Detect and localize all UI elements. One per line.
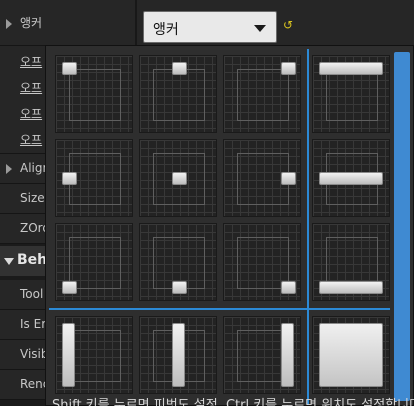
reset-to-default-icon[interactable]: ↺ [283,18,293,32]
anchor-preset-bottom-right[interactable] [223,223,301,301]
anchor-handle-icon [62,172,77,185]
anchor-handle-icon [319,172,383,185]
anchor-frame [237,69,289,121]
size-label: Size [20,191,45,205]
expand-arrow-icon[interactable] [6,164,12,174]
anchor-handle-icon [281,323,294,387]
anchor-handle-icon [62,62,77,75]
anchor-dropdown[interactable]: 앵커 [143,11,277,43]
anchor-label: 앵커 [20,16,43,30]
anchor-dropdown-value: 앵커 [153,22,179,38]
anchor-popup-hint: Shift 키를 누르면 피벗도 설정, Ctrl 키를 누르면 위치도 설정합… [52,398,414,406]
anchor-row: 앵커 앵커 ↺ [0,0,414,46]
anchor-preset-popup [45,45,414,406]
anchor-preset-center-center[interactable] [139,139,217,217]
anchor-handle-icon [281,172,296,185]
popup-scrollbar[interactable] [394,52,410,401]
anchor-preset-top-stretch[interactable] [312,55,390,133]
tooltip-label: Tool [20,287,44,301]
anchor-handle-icon [172,323,185,387]
anchor-handle-icon [281,62,296,75]
anchor-handle-icon [319,281,383,294]
anchor-handle-icon [172,172,187,185]
anchor-preset-stretch-center[interactable] [139,316,217,394]
anchor-handle-icon [62,281,77,294]
is-enabled-label: Is Er [20,317,47,331]
anchor-preset-stretch-left[interactable] [55,316,133,394]
anchor-preset-center-left[interactable] [55,139,133,217]
anchor-preset-bottom-center[interactable] [139,223,217,301]
offset-right-label[interactable]: 오프 [20,105,42,122]
collapse-triangle-icon [4,258,14,265]
offset-left-label[interactable]: 오프 [20,53,42,70]
column-divider[interactable] [135,0,137,46]
anchor-handle-icon [319,62,383,75]
anchor-handle-icon [319,323,383,387]
anchor-frame [153,69,205,121]
stretch-guide-vertical [307,49,309,405]
anchor-preset-top-center[interactable] [139,55,217,133]
anchor-preset-center-right[interactable] [223,139,301,217]
anchor-handle-icon [172,62,187,75]
anchor-preset-bottom-left[interactable] [55,223,133,301]
anchor-preset-top-left[interactable] [55,55,133,133]
anchor-preset-stretch-right[interactable] [223,316,301,394]
anchor-frame [326,69,378,121]
anchor-handle-icon [281,281,296,294]
offset-top-label[interactable]: 오프 [20,79,42,96]
anchor-preset-bottom-stretch[interactable] [312,223,390,301]
behavior-section-label: Beh [17,252,48,268]
anchor-preset-center-stretch[interactable] [312,139,390,217]
anchor-frame [69,69,121,121]
anchor-handle-icon [62,323,75,387]
anchor-frame [69,330,121,382]
offset-bottom-label[interactable]: 오프 [20,131,42,148]
anchor-preset-top-right[interactable] [223,55,301,133]
chevron-down-icon [254,25,266,32]
expand-arrow-icon[interactable] [6,19,12,29]
anchor-handle-icon [172,281,187,294]
anchor-preset-stretch-full[interactable] [312,316,390,394]
details-panel: 앵커 앵커 ↺ 오프 오프 오프 오프 Align Size ZOrd Beh … [0,0,414,406]
stretch-guide-horizontal [49,308,390,310]
